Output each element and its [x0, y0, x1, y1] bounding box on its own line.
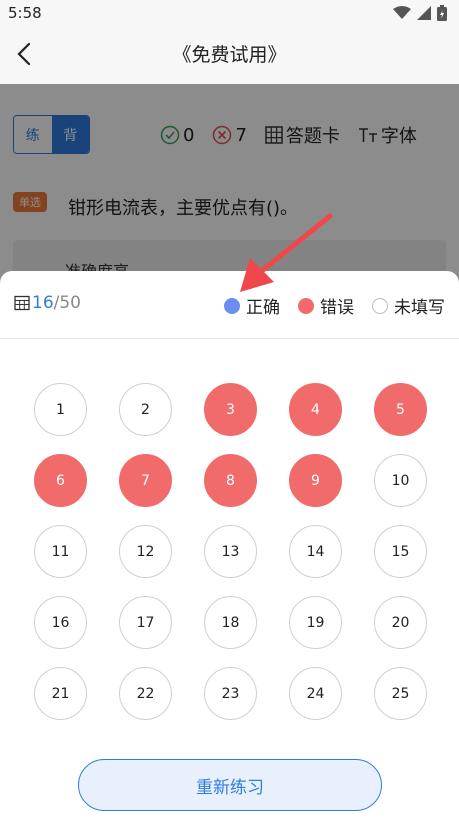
correct-dot-icon	[224, 297, 240, 314]
question-number-12[interactable]: 12	[119, 525, 172, 578]
red-arrow-annotation	[240, 213, 333, 292]
question-number-1[interactable]: 1	[34, 383, 87, 436]
sheet-header: 16 /50 正确 错误 未填写	[0, 271, 459, 339]
question-number-7[interactable]: 7	[119, 454, 172, 507]
battery-icon	[437, 5, 447, 21]
question-number-16[interactable]: 16	[34, 596, 87, 649]
question-number-3[interactable]: 3	[204, 383, 257, 436]
signal-icon	[417, 6, 431, 20]
progress-total: /50	[53, 293, 81, 313]
question-number-22[interactable]: 22	[119, 667, 172, 720]
question-number-20[interactable]: 20	[374, 596, 427, 649]
status-bar: 5:58	[0, 0, 459, 26]
status-icons	[393, 5, 447, 21]
retry-button[interactable]: 重新练习	[78, 759, 382, 811]
question-number-17[interactable]: 17	[119, 596, 172, 649]
question-number-4[interactable]: 4	[289, 383, 342, 436]
unanswered-dot-icon	[372, 297, 388, 314]
answer-card-sheet: 16 /50 正确 错误 未填写 1 2 3 4 5 6 7 8 9 10 11 12 13 14 15 16…	[0, 271, 459, 822]
question-number-23[interactable]: 23	[204, 667, 257, 720]
question-number-8[interactable]: 8	[204, 454, 257, 507]
question-number-11[interactable]: 11	[34, 525, 87, 578]
wifi-icon	[393, 6, 411, 19]
legend-unanswered-label: 未填写	[394, 298, 445, 318]
question-number-6[interactable]: 6	[34, 454, 87, 507]
question-number-10[interactable]: 10	[374, 454, 427, 507]
question-number-24[interactable]: 24	[289, 667, 342, 720]
progress-current: 16	[32, 293, 54, 313]
question-number-25[interactable]: 25	[374, 667, 427, 720]
question-number-19[interactable]: 19	[289, 596, 342, 649]
status-time: 5:58	[8, 4, 42, 22]
question-number-18[interactable]: 18	[204, 596, 257, 649]
question-grid: 1 2 3 4 5 6 7 8 9 10 11 12 13 14 15 16 17 18 19 20 21 22 23 24 2…	[34, 383, 427, 720]
nav-bar: 《免费试用》	[0, 26, 459, 84]
question-number-5[interactable]: 5	[374, 383, 427, 436]
question-number-21[interactable]: 21	[34, 667, 87, 720]
legend-unanswered: 未填写	[372, 293, 445, 318]
progress-indicator: 16 /50	[14, 293, 81, 313]
question-number-13[interactable]: 13	[204, 525, 257, 578]
wrong-dot-icon	[298, 297, 314, 314]
question-number-2[interactable]: 2	[119, 383, 172, 436]
question-number-9[interactable]: 9	[289, 454, 342, 507]
question-number-14[interactable]: 14	[289, 525, 342, 578]
calendar-grid-icon	[14, 295, 30, 311]
question-number-15[interactable]: 15	[374, 525, 427, 578]
page-title: 《免费试用》	[172, 44, 287, 66]
